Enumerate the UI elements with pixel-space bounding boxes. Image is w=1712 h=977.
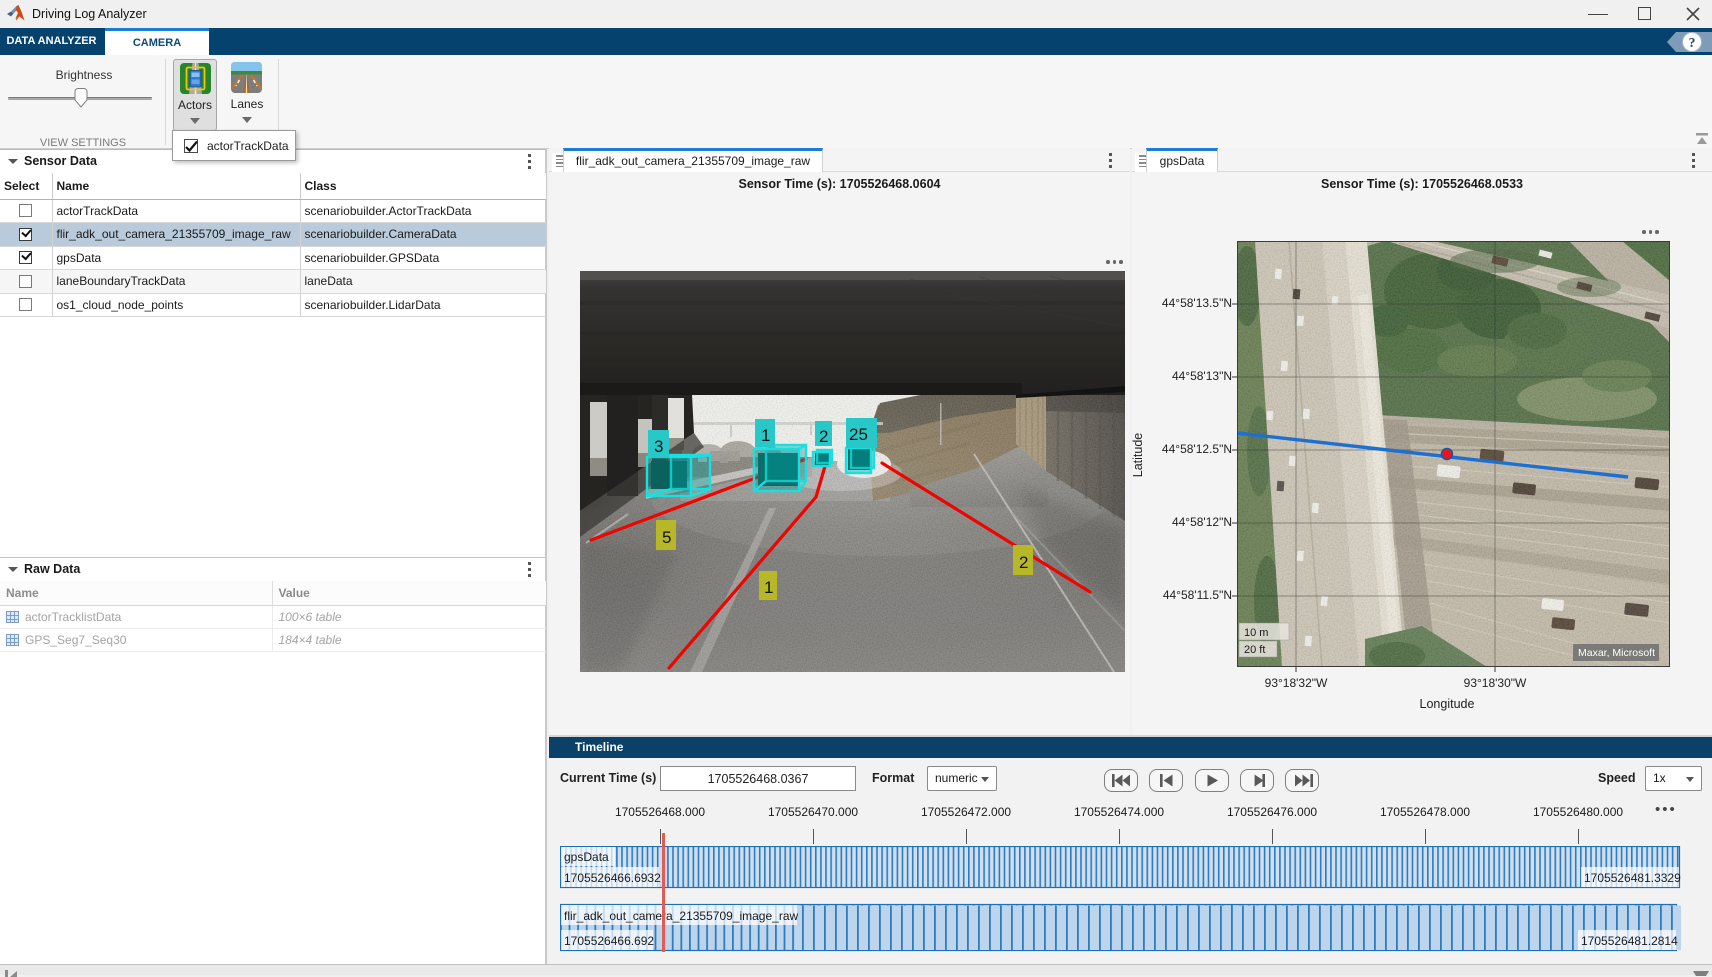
svg-text:1705526481.2814: 1705526481.2814 [1581,934,1678,948]
svg-text:flir_adk_out_camera_21355709_i: flir_adk_out_camera_21355709_image_raw [564,909,798,923]
svg-text:5: 5 [662,528,671,547]
svg-text:?: ? [1689,35,1696,50]
svg-text:20 ft: 20 ft [1244,644,1265,656]
svg-text:10 m: 10 m [1244,627,1268,639]
svg-text:25: 25 [849,425,868,444]
svg-text:2: 2 [1019,553,1028,572]
svg-text:Maxar, Microsoft: Maxar, Microsoft [1578,647,1655,659]
svg-text:1705526466.6932: 1705526466.6932 [564,871,661,885]
svg-text:1705526466.692: 1705526466.692 [564,934,654,948]
svg-text:1: 1 [764,578,773,597]
svg-text:2: 2 [819,427,828,446]
svg-text:3: 3 [654,437,663,456]
svg-text:1705526481.3329: 1705526481.3329 [1584,871,1681,885]
svg-text:gpsData: gpsData [564,850,609,864]
svg-text:1: 1 [761,426,770,445]
